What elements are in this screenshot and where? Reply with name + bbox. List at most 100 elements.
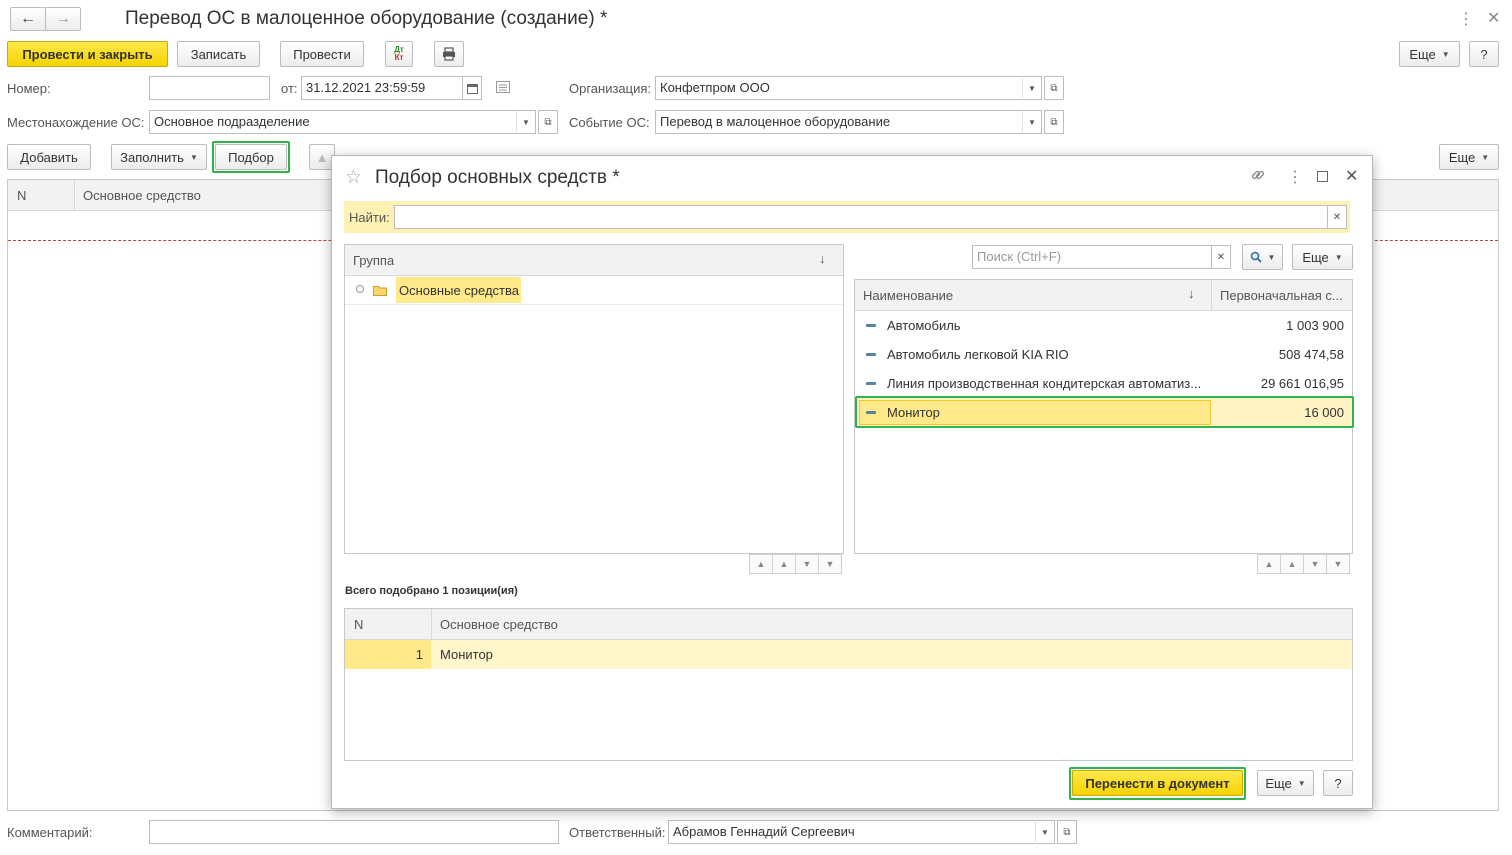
arrow-up-icon: ▲ bbox=[315, 149, 329, 165]
open-link-icon: ⧉ bbox=[1063, 826, 1071, 838]
column-header-cost[interactable]: Первоначальная с... bbox=[1220, 288, 1350, 303]
list-item[interactable]: Автомобиль легковой KIA RIO 508 474,58 bbox=[855, 340, 1352, 369]
open-link-icon: ⧉ bbox=[1050, 116, 1058, 128]
column-divider bbox=[74, 180, 75, 211]
search-clear-button[interactable]: ✕ bbox=[1211, 245, 1231, 269]
close-icon[interactable]: ✕ bbox=[1487, 8, 1500, 28]
table-more-button[interactable]: Еще ▼ bbox=[1439, 144, 1499, 170]
responsible-dropdown[interactable]: ▼ bbox=[1035, 820, 1055, 844]
forward-button[interactable]: → bbox=[45, 7, 81, 31]
scroll-bottom-button[interactable]: ▼ bbox=[818, 554, 842, 574]
chevron-down-icon: ▼ bbox=[1481, 152, 1490, 162]
asset-name: Линия производственная кондитерская авто… bbox=[887, 376, 1202, 391]
fill-label: Заполнить bbox=[120, 149, 184, 165]
calendar-button[interactable] bbox=[462, 76, 482, 100]
chevron-down-icon: ▼ bbox=[1441, 49, 1450, 59]
location-field[interactable]: Основное подразделение bbox=[149, 110, 517, 134]
more-button[interactable]: Еще ▼ bbox=[1399, 41, 1460, 67]
column-header-n[interactable]: N bbox=[17, 188, 26, 203]
number-label: Номер: bbox=[7, 81, 51, 96]
responsible-open-button[interactable]: ⧉ bbox=[1057, 820, 1077, 844]
list-more-button[interactable]: Еще ▼ bbox=[1292, 244, 1353, 270]
star-icon[interactable]: ☆ bbox=[345, 166, 362, 189]
print-button[interactable] bbox=[434, 41, 464, 67]
scroll-top-button[interactable]: ▲ bbox=[1257, 554, 1281, 574]
scroll-up-button[interactable]: ▲ bbox=[1280, 554, 1304, 574]
selection-dialog: ☆ Подбор основных средств * ⋮ ✕ Найти: ✕… bbox=[331, 155, 1373, 809]
number-field[interactable] bbox=[149, 76, 270, 100]
event-field[interactable]: Перевод в малоценное оборудование bbox=[655, 110, 1023, 134]
find-clear-button[interactable]: ✕ bbox=[1327, 205, 1347, 229]
responsible-label: Ответственный: bbox=[569, 825, 666, 840]
list-item[interactable]: Линия производственная кондитерская авто… bbox=[855, 369, 1352, 398]
scroll-down-button[interactable]: ▼ bbox=[1303, 554, 1327, 574]
list-item[interactable]: Автомобиль 1 003 900 bbox=[855, 311, 1352, 340]
scroll-bottom-button[interactable]: ▼ bbox=[1326, 554, 1350, 574]
find-label: Найти: bbox=[349, 210, 390, 225]
location-dropdown[interactable]: ▼ bbox=[516, 110, 536, 134]
chevron-down-icon: ▼ bbox=[1297, 778, 1306, 788]
find-field[interactable] bbox=[394, 205, 1328, 229]
kt-label: Кт bbox=[394, 53, 404, 62]
clear-icon: ✕ bbox=[1332, 211, 1342, 223]
asset-item-icon bbox=[866, 382, 876, 385]
save-button[interactable]: Записать bbox=[177, 41, 260, 67]
document-list-icon[interactable] bbox=[496, 81, 510, 96]
location-open-button[interactable]: ⧉ bbox=[538, 110, 558, 134]
search-button[interactable]: ▼ bbox=[1242, 244, 1283, 270]
organization-label: Организация: bbox=[569, 81, 652, 96]
fill-button[interactable]: Заполнить ▼ bbox=[111, 144, 207, 170]
selected-table: N Основное средство 1 Монитор bbox=[344, 608, 1353, 761]
date-field[interactable]: 31.12.2021 23:59:59 bbox=[301, 76, 463, 100]
row-number: 1 bbox=[415, 647, 423, 662]
event-open-button[interactable]: ⧉ bbox=[1044, 110, 1064, 134]
group-header-label[interactable]: Группа bbox=[353, 253, 394, 268]
tree-node[interactable]: Основные средства bbox=[396, 277, 521, 303]
table-more-label: Еще bbox=[1448, 149, 1476, 165]
search-input[interactable]: Поиск (Ctrl+F) bbox=[972, 245, 1212, 269]
sort-arrow-icon: ↓ bbox=[1188, 286, 1195, 301]
column-header-asset[interactable]: Основное средство bbox=[440, 617, 558, 632]
open-link-icon: ⧉ bbox=[1050, 82, 1058, 94]
more-vert-icon[interactable]: ⋮ bbox=[1458, 9, 1474, 29]
dialog-more-button[interactable]: Еще ▼ bbox=[1257, 770, 1314, 796]
link-icon[interactable] bbox=[1250, 167, 1266, 186]
column-header-n[interactable]: N bbox=[354, 617, 363, 632]
dt-kt-button[interactable]: Дт Кт bbox=[385, 41, 413, 67]
selected-summary: Всего подобрано 1 позиции(ия) bbox=[345, 585, 518, 597]
printer-icon bbox=[443, 47, 455, 61]
asset-cost: 508 474,58 bbox=[1278, 347, 1344, 362]
responsible-field[interactable]: Абрамов Геннадий Сергеевич bbox=[668, 820, 1036, 844]
comment-field[interactable] bbox=[149, 820, 559, 844]
post-button[interactable]: Провести bbox=[280, 41, 364, 67]
organization-dropdown[interactable]: ▼ bbox=[1022, 76, 1042, 100]
event-dropdown[interactable]: ▼ bbox=[1022, 110, 1042, 134]
arrow-right-icon: → bbox=[55, 10, 71, 27]
back-button[interactable]: ← bbox=[10, 7, 46, 31]
dialog-help-button[interactable]: ? bbox=[1323, 770, 1353, 796]
event-label: Событие ОС: bbox=[569, 115, 650, 130]
column-divider bbox=[1211, 280, 1212, 311]
scroll-top-button[interactable]: ▲ bbox=[749, 554, 773, 574]
tree-row-line bbox=[345, 304, 843, 305]
close-icon[interactable]: ✕ bbox=[1345, 166, 1358, 186]
scroll-down-button[interactable]: ▼ bbox=[795, 554, 819, 574]
asset-name: Автомобиль легковой KIA RIO bbox=[887, 347, 1069, 362]
organization-field[interactable]: Конфетпром ООО bbox=[655, 76, 1023, 100]
asset-name: Автомобиль bbox=[887, 318, 961, 333]
sort-arrow-icon: ↓ bbox=[819, 251, 826, 266]
scroll-up-button[interactable]: ▲ bbox=[772, 554, 796, 574]
column-header-asset[interactable]: Основное средство bbox=[83, 188, 201, 203]
table-row[interactable]: 1 Монитор bbox=[345, 640, 1352, 669]
list-more-label: Еще bbox=[1302, 249, 1329, 265]
column-header-name[interactable]: Наименование bbox=[863, 288, 953, 303]
assets-list-header: Наименование ↓ Первоначальная с... bbox=[855, 280, 1352, 311]
help-button[interactable]: ? bbox=[1469, 41, 1499, 67]
organization-open-button[interactable]: ⧉ bbox=[1044, 76, 1064, 100]
post-and-close-button[interactable]: Провести и закрыть bbox=[7, 41, 168, 67]
maximize-icon[interactable] bbox=[1317, 171, 1328, 182]
search-placeholder: Поиск (Ctrl+F) bbox=[977, 249, 1062, 264]
add-button[interactable]: Добавить bbox=[7, 144, 91, 170]
more-vert-icon[interactable]: ⋮ bbox=[1287, 167, 1303, 187]
location-label: Местонахождение ОС: bbox=[7, 115, 145, 130]
